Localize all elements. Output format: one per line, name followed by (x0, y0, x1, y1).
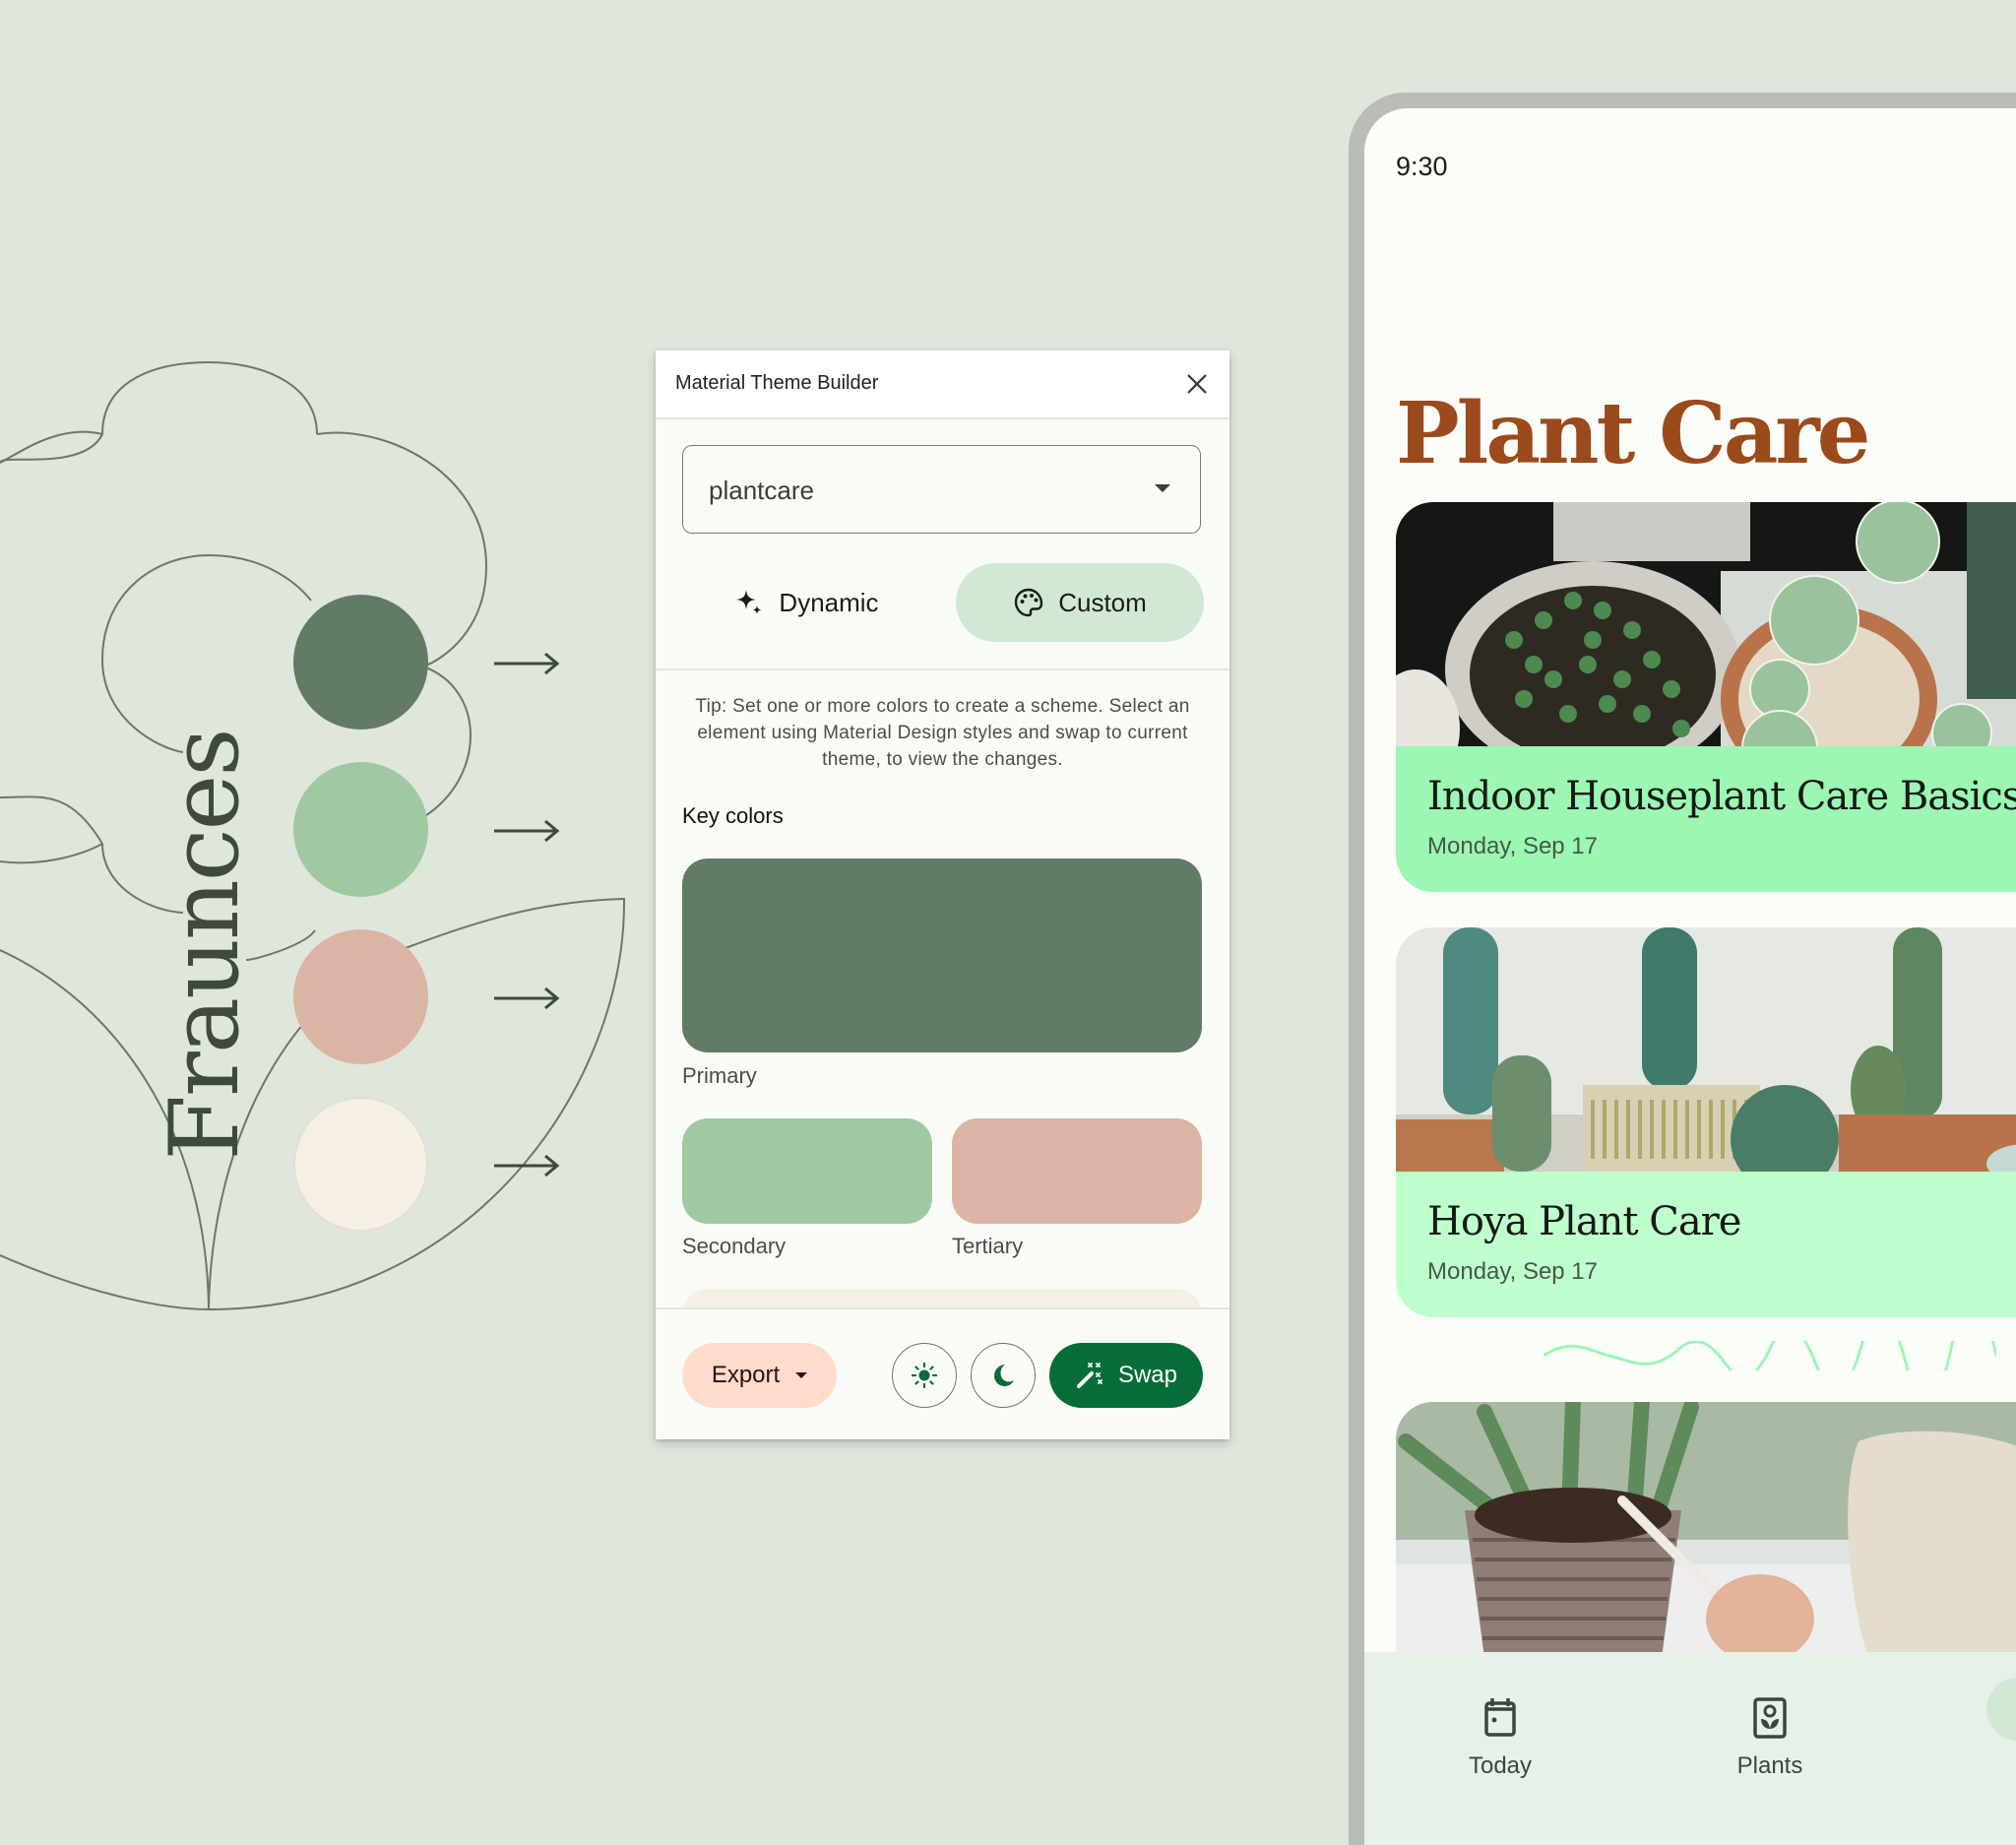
bottom-navigation-bar: Today Plants (1364, 1652, 2016, 1845)
palette-icon (1015, 588, 1043, 617)
primary-color-label: Primary (682, 1063, 757, 1088)
export-label: Export (711, 1362, 781, 1388)
primary-color-swatch[interactable] (682, 859, 1202, 1052)
palette-dot-neutral (293, 1097, 428, 1232)
wavy-divider (1544, 1341, 1996, 1370)
material-theme-builder-panel: Material Theme Builder plantcare Dynamic… (656, 350, 1229, 1439)
article-card[interactable]: Hoya Plant Care Monday, Sep 17 (1396, 927, 2016, 1317)
sun-icon (911, 1362, 938, 1389)
chevron-down-icon (795, 1372, 808, 1378)
custom-mode-label: Custom (1058, 587, 1147, 617)
card-date: Monday, Sep 17 (1427, 833, 1599, 859)
card-text-band: Hoya Plant Care Monday, Sep 17 (1396, 1172, 2016, 1317)
chevron-down-icon (1155, 484, 1170, 492)
nav-item-active-indicator[interactable] (1986, 1678, 2016, 1741)
nav-item-today[interactable]: Today (1421, 1652, 1579, 1790)
tablet-device-frame: 9:30 Plant Care Indoor Houseplant Care B… (1349, 93, 2016, 1845)
card-title: Hoya Plant Care (1427, 1199, 1741, 1244)
arrow-right-icon (494, 986, 560, 1010)
panel-footer: Export Swap (656, 1307, 1229, 1439)
article-card[interactable]: Indoor Houseplant Care Basics Monday, Se… (1396, 502, 2016, 892)
swap-label: Swap (1117, 1362, 1178, 1388)
card-text-band: Indoor Houseplant Care Basics Monday, Se… (1396, 746, 2016, 892)
key-colors-heading: Key colors (682, 803, 784, 828)
theme-select-value: plantcare (709, 476, 814, 505)
swap-button[interactable]: Swap (1049, 1343, 1203, 1408)
tertiary-color-label: Tertiary (952, 1234, 1024, 1258)
dynamic-mode-label: Dynamic (779, 587, 879, 617)
close-icon[interactable] (1184, 371, 1210, 397)
dark-mode-button[interactable] (971, 1343, 1036, 1408)
palette-dot-primary (293, 595, 428, 730)
palette-dot-secondary (293, 762, 428, 897)
calendar-icon (1484, 1698, 1516, 1737)
magic-wand-icon (1076, 1363, 1102, 1388)
moon-icon (994, 1365, 1014, 1386)
panel-title: Material Theme Builder (675, 372, 879, 394)
arrow-right-icon (494, 652, 560, 675)
font-name-label: Fraunces (150, 730, 260, 1161)
palette-dot-tertiary (293, 929, 428, 1064)
card-date: Monday, Sep 17 (1427, 1258, 1599, 1285)
article-card[interactable] (1396, 1402, 2016, 1658)
secondary-color-label: Secondary (682, 1234, 787, 1258)
custom-mode-button[interactable]: Custom (956, 563, 1204, 642)
tip-text: Tip: Set one or more colors to create a … (695, 696, 1190, 770)
sparkle-icon (736, 590, 762, 614)
panel-header: Material Theme Builder (656, 350, 1229, 419)
export-button[interactable]: Export (682, 1343, 837, 1408)
nav-item-plants[interactable]: Plants (1691, 1652, 1849, 1790)
card-title: Indoor Houseplant Care Basics (1427, 774, 2016, 819)
divider (656, 668, 1229, 670)
secondary-color-swatch[interactable] (682, 1118, 932, 1224)
dynamic-mode-button[interactable]: Dynamic (682, 563, 930, 642)
watering-plant-photo (1396, 1402, 2016, 1658)
arrow-right-icon (494, 819, 560, 843)
string-of-pearls-plants-photo (1396, 502, 2016, 746)
font-palette-illustration: Fraunces (0, 0, 650, 1378)
status-bar-clock: 9:30 (1396, 152, 1448, 181)
app-title: Plant Care (1396, 384, 1870, 483)
nav-label: Today (1468, 1752, 1533, 1779)
cactus-pots-photo (1396, 927, 2016, 1172)
tertiary-color-swatch[interactable] (952, 1118, 1202, 1224)
light-mode-button[interactable] (892, 1343, 957, 1408)
arrow-right-icon (494, 1154, 560, 1177)
app-screen: 9:30 Plant Care Indoor Houseplant Care B… (1364, 108, 2016, 1845)
nav-label: Plants (1736, 1752, 1803, 1779)
theme-select-dropdown[interactable]: plantcare (682, 445, 1201, 534)
plant-frame-icon (1753, 1697, 1787, 1739)
